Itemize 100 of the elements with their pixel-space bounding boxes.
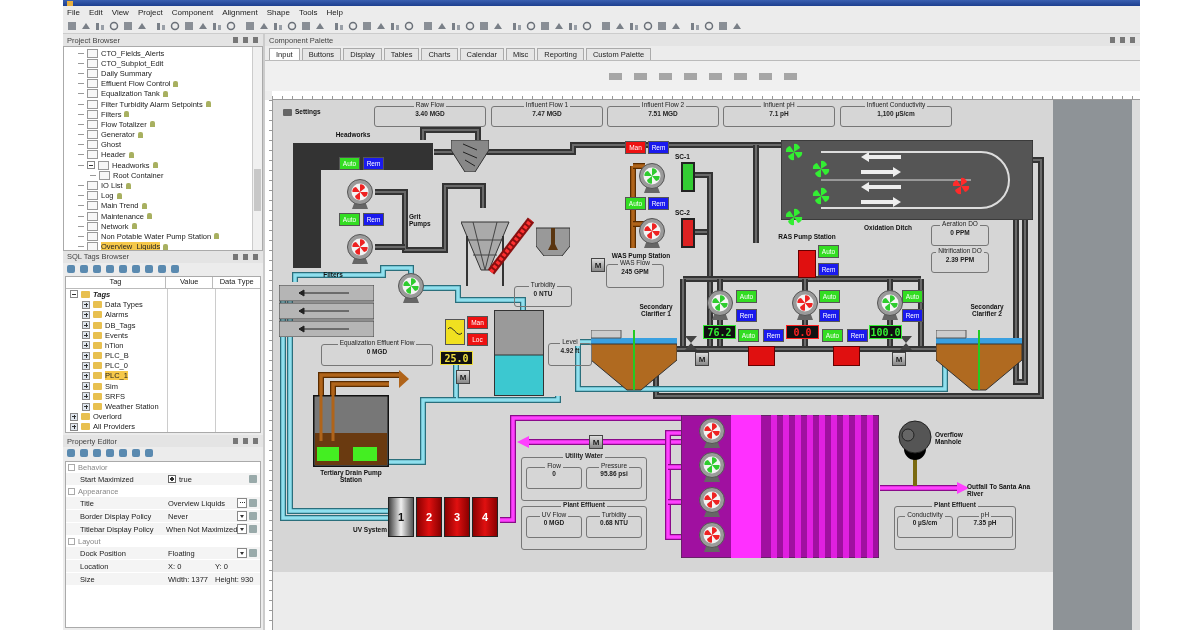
expand-icon[interactable] — [70, 412, 78, 421]
toolbar-icon[interactable] — [511, 20, 522, 31]
toolbar-icon[interactable] — [628, 20, 639, 31]
expand-icon[interactable] — [82, 341, 90, 350]
toolbar-icon[interactable] — [286, 20, 297, 31]
toolbar-icon[interactable] — [122, 20, 133, 31]
toolbar-icon[interactable] — [600, 20, 611, 31]
expand-icon[interactable] — [82, 300, 90, 309]
component-icon[interactable] — [658, 72, 672, 80]
scrollbar[interactable] — [1132, 100, 1140, 630]
valve-actuator[interactable]: M — [456, 370, 470, 384]
toolbar-icon[interactable] — [211, 20, 222, 31]
expand-icon[interactable] — [70, 422, 78, 431]
uv-lamp-bank[interactable]: 3 — [444, 497, 470, 537]
pump[interactable] — [791, 290, 819, 320]
valve-actuator[interactable]: M — [892, 352, 906, 366]
aerator-icon[interactable] — [812, 160, 830, 178]
toolbar-icon[interactable] — [567, 20, 578, 31]
ellipsis-button[interactable] — [237, 498, 247, 508]
toolbar-icon[interactable] — [478, 20, 489, 31]
menu-item[interactable]: File — [67, 7, 80, 17]
pump[interactable] — [698, 452, 726, 482]
toolbar-icon[interactable] — [525, 20, 536, 31]
valve-actuator[interactable]: M — [695, 352, 709, 366]
component-icon[interactable] — [633, 72, 647, 80]
pump[interactable] — [638, 163, 666, 193]
aerator-icon[interactable] — [812, 187, 830, 205]
component-icon[interactable] — [733, 72, 747, 80]
collapse-icon[interactable] — [70, 290, 78, 299]
uv-lamp-bank[interactable]: 2 — [416, 497, 442, 537]
toolbar-icon[interactable] — [108, 20, 119, 31]
expand-icon[interactable] — [82, 402, 90, 411]
menu-item[interactable]: Component — [171, 7, 214, 17]
toolbar-icon[interactable] — [539, 20, 550, 31]
dropdown-button[interactable] — [237, 511, 247, 521]
toolbar-icon[interactable] — [300, 20, 311, 31]
pump[interactable] — [698, 522, 726, 552]
toolbar-icon[interactable] — [450, 20, 461, 31]
toolbar-icon[interactable] — [422, 20, 433, 31]
aerator-icon[interactable] — [785, 143, 803, 161]
valve-icon[interactable] — [900, 336, 912, 350]
expand-icon[interactable] — [82, 382, 90, 391]
valve-actuator[interactable]: M — [589, 435, 603, 449]
toolbar-icon[interactable] — [361, 20, 372, 31]
menu-item[interactable]: Help — [326, 7, 343, 17]
menu-item[interactable]: Edit — [88, 7, 103, 17]
uv-lamp-bank[interactable]: 1 — [388, 497, 414, 537]
pump[interactable] — [698, 418, 726, 448]
toolbar-icon[interactable] — [464, 20, 475, 31]
toolbar-icon[interactable] — [225, 20, 236, 31]
toolbar-icon[interactable] — [689, 20, 700, 31]
aerator-icon[interactable] — [952, 177, 970, 195]
pump[interactable] — [876, 290, 904, 320]
expand-icon[interactable] — [82, 371, 90, 380]
toolbar-icon[interactable] — [183, 20, 194, 31]
menu-item[interactable]: View — [111, 7, 129, 17]
panel-controls-icon[interactable] — [1110, 37, 1136, 43]
collapse-icon[interactable] — [87, 161, 95, 170]
expand-icon[interactable] — [82, 351, 90, 360]
expand-icon[interactable] — [82, 321, 90, 330]
toolbar-icon[interactable] — [703, 20, 714, 31]
pump[interactable] — [638, 218, 666, 248]
menu-item[interactable]: Shape — [266, 7, 290, 17]
component-icon[interactable] — [608, 72, 622, 80]
toolbar-icon[interactable] — [333, 20, 344, 31]
toolbar-icon[interactable] — [169, 20, 180, 31]
toolbar-icon[interactable] — [347, 20, 358, 31]
toolbar-icon[interactable] — [403, 20, 414, 31]
component-icon[interactable] — [708, 72, 722, 80]
toolbar-icon[interactable] — [272, 20, 283, 31]
scrollbar[interactable] — [252, 47, 262, 250]
uv-lamp-bank[interactable]: 4 — [472, 497, 498, 537]
component-icon[interactable] — [783, 72, 797, 80]
expand-icon[interactable] — [82, 310, 90, 319]
menu-item[interactable]: Project — [137, 7, 163, 17]
toolbar-icon[interactable] — [656, 20, 667, 31]
component-icon[interactable] — [683, 72, 697, 80]
aerator-icon[interactable] — [785, 208, 803, 226]
valve-actuator[interactable]: M — [591, 258, 605, 272]
dropdown-button[interactable] — [237, 524, 248, 534]
panel-controls-icon[interactable] — [233, 253, 259, 260]
expand-icon[interactable] — [82, 331, 90, 340]
checkbox[interactable] — [168, 475, 176, 483]
toolbar-icon[interactable] — [94, 20, 105, 31]
pump[interactable] — [706, 290, 734, 320]
toolbar-icon[interactable] — [717, 20, 728, 31]
menu-item[interactable]: Tools — [298, 7, 318, 17]
pump[interactable] — [346, 234, 374, 264]
toolbar-icon[interactable] — [66, 20, 77, 31]
toolbar-icon[interactable] — [581, 20, 592, 31]
menu-item[interactable]: Alignment — [222, 7, 258, 17]
panel-controls-icon[interactable] — [233, 37, 259, 43]
pump[interactable] — [346, 179, 374, 209]
toolbar-icon[interactable] — [244, 20, 255, 31]
expand-icon[interactable] — [82, 361, 90, 370]
pump[interactable] — [397, 273, 425, 303]
toolbar-icon[interactable] — [642, 20, 653, 31]
panel-controls-icon[interactable] — [233, 438, 259, 444]
pump[interactable] — [698, 487, 726, 517]
component-icon[interactable] — [758, 72, 772, 80]
